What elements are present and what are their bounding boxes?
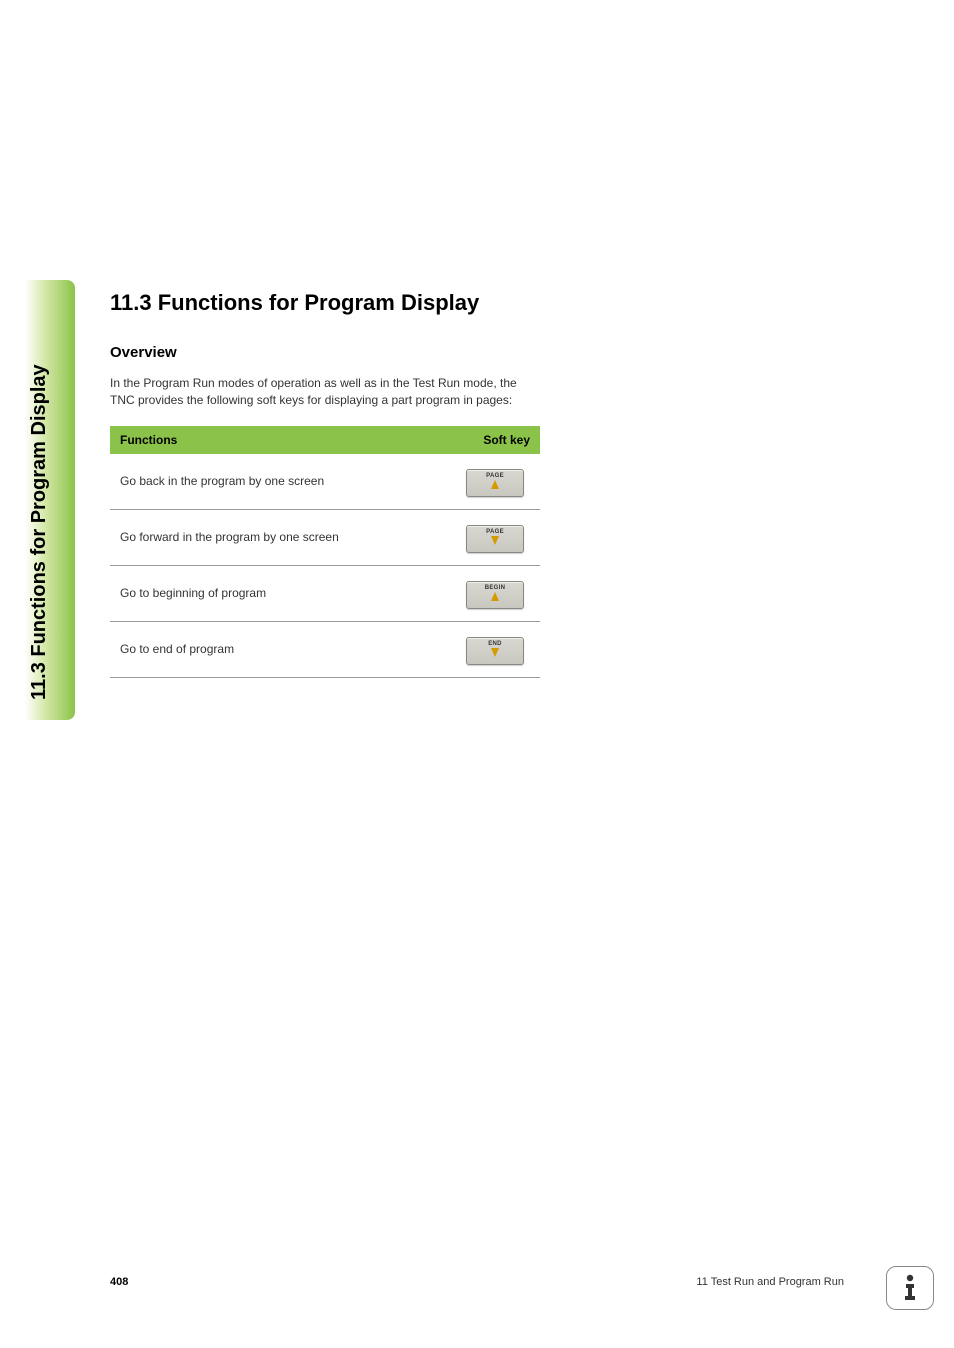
arrow-up-icon [491,592,499,601]
header-functions: Functions [110,426,450,454]
arrow-down-icon [491,536,499,545]
softkey-cell: PAGE [450,509,540,565]
softkey-cell: PAGE [450,454,540,510]
page-footer: 408 11 Test Run and Program Run [0,1276,954,1296]
table-row: Go forward in the program by one screen … [110,509,540,565]
softkey-label: BEGIN [467,585,523,591]
table-row: Go back in the program by one screen PAG… [110,454,540,510]
softkey-cell: BEGIN [450,565,540,621]
softkey-page-up: PAGE [466,469,524,497]
softkey-cell: END [450,621,540,677]
softkey-begin: BEGIN [466,581,524,609]
arrow-down-icon [491,648,499,657]
main-content: 11.3 Functions for Program Display Overv… [110,290,540,678]
function-description: Go forward in the program by one screen [110,509,450,565]
softkey-end: END [466,637,524,665]
table-header-row: Functions Soft key [110,426,540,454]
footer-chapter: 11 Test Run and Program Run [696,1276,844,1288]
page-number: 408 [110,1276,128,1288]
softkey-label: PAGE [467,473,523,479]
softkey-label: END [467,641,523,647]
info-icon [899,1274,921,1302]
function-description: Go to beginning of program [110,565,450,621]
section-heading: 11.3 Functions for Program Display [110,290,540,316]
header-softkey: Soft key [450,426,540,454]
intro-paragraph: In the Program Run modes of operation as… [110,375,540,410]
table-row: Go to beginning of program BEGIN [110,565,540,621]
function-description: Go to end of program [110,621,450,677]
arrow-up-icon [491,480,499,489]
function-description: Go back in the program by one screen [110,454,450,510]
info-badge [886,1266,934,1310]
softkey-label: PAGE [467,529,523,535]
subsection-heading: Overview [110,344,540,361]
softkey-page-down: PAGE [466,525,524,553]
table-row: Go to end of program END [110,621,540,677]
sidebar-section-label: 11.3 Functions for Program Display [28,364,51,700]
functions-table: Functions Soft key Go back in the progra… [110,426,540,678]
